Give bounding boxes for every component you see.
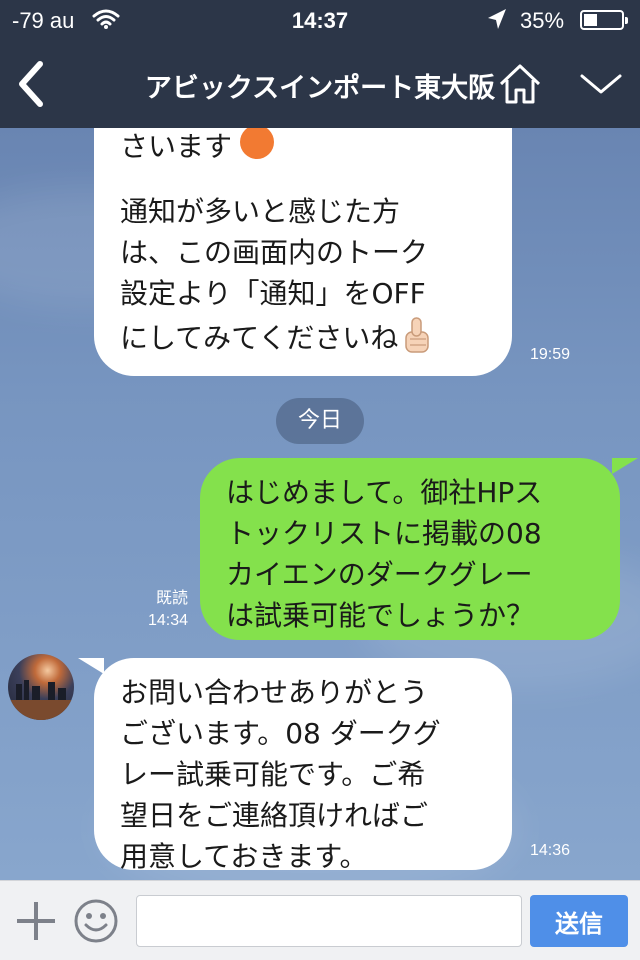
message-line: 用意しておきます。	[120, 840, 368, 873]
menu-dropdown-button[interactable]	[578, 70, 624, 98]
message-line: は試乗可能でしょうか？	[226, 599, 535, 632]
back-button[interactable]	[10, 58, 54, 110]
message-timestamp: 14:34	[147, 612, 188, 629]
status-bar: -79 au 14:37 35%	[0, 0, 640, 40]
avatar[interactable]	[8, 654, 74, 720]
home-icon	[499, 64, 541, 104]
message-meta: 既読 14:34	[130, 588, 188, 632]
chevron-down-icon	[580, 74, 622, 94]
message-input-bar: 送信	[0, 880, 640, 960]
home-button[interactable]	[496, 60, 544, 108]
emoji-button[interactable]	[72, 897, 120, 945]
message-bubble-outgoing[interactable]: はじめまして。御社HPス トックリストに掲載の08 カイエンのダークグレー は試…	[200, 458, 620, 640]
message-line: さいます	[120, 128, 512, 167]
battery-percent: 35%	[520, 8, 565, 33]
send-button[interactable]: 送信	[530, 895, 628, 947]
chat-header: アビックスインポート東大阪	[0, 40, 640, 128]
message-bubble-incoming[interactable]: さいます 通知が多いと感じた方 は、この画面内のトーク 設定より「通知」をOFF…	[94, 128, 512, 376]
thumbs-up-icon	[404, 314, 434, 365]
bubble-tail	[78, 658, 104, 674]
message-line: はじめまして。御社HPス	[226, 476, 543, 509]
message-line: は、この画面内のトーク	[120, 236, 429, 269]
message-line: 望日をご連絡頂ければご	[120, 799, 429, 832]
message-line: レー試乗可能です。ご希	[120, 758, 426, 791]
message-input[interactable]	[136, 895, 522, 947]
battery-level	[584, 14, 597, 26]
message-line: 設定より「通知」をOFF	[120, 277, 426, 310]
message-line: カイエンのダークグレー	[226, 558, 533, 591]
add-button[interactable]	[14, 899, 58, 943]
plus-icon	[17, 902, 55, 940]
message-timestamp: 14:36	[529, 842, 570, 859]
grinning-face-icon	[240, 128, 275, 159]
message-line: トックリストに掲載の08	[226, 517, 542, 550]
message-line: 通知が多いと感じた方	[120, 195, 401, 228]
chat-title: アビックスインポート東大阪	[144, 73, 496, 104]
smiley-icon	[74, 899, 118, 943]
message-timestamp: 19:59	[529, 346, 570, 363]
message-line	[120, 167, 512, 191]
location-arrow-icon	[486, 7, 508, 37]
message-line: お問い合わせありがとう	[120, 676, 429, 709]
message-bubble-incoming[interactable]: お問い合わせありがとう ございます。08 ダークグ レー試乗可能です。ご希 望日…	[94, 658, 512, 873]
date-divider: 今日	[276, 398, 364, 444]
avatar-image	[8, 680, 74, 720]
message-line: にしてみてくださいね	[120, 314, 512, 365]
read-receipt: 既読	[155, 590, 188, 607]
chevron-left-icon	[19, 61, 43, 107]
battery-icon	[580, 10, 628, 30]
message-line: ございます。08 ダークグ	[120, 717, 441, 750]
chat-area[interactable]: さいます 通知が多いと感じた方 は、この画面内のトーク 設定より「通知」をOFF…	[0, 128, 640, 880]
